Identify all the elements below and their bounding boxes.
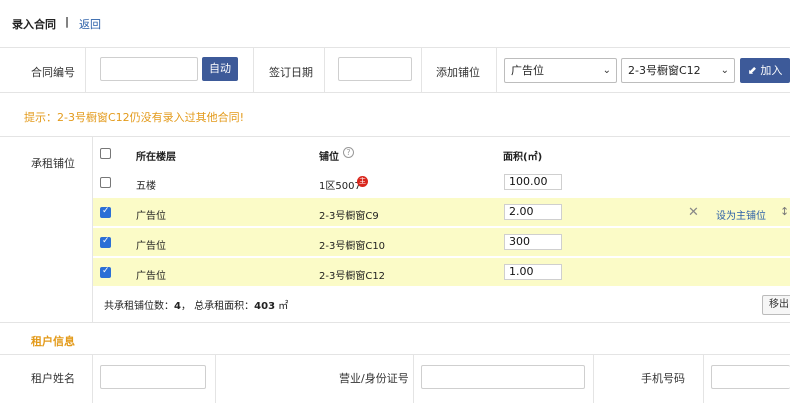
row-checkbox[interactable]: [100, 236, 111, 248]
add-unit-button-label: 加入: [760, 64, 783, 77]
summary-area: 403: [254, 301, 276, 312]
arrow-down-left-icon: ⬋: [747, 64, 757, 77]
divider: [0, 92, 790, 93]
col-floor: 所在楼层: [136, 152, 176, 163]
units-summary: 共承租铺位数：4， 总承租面积：403 ㎡: [104, 297, 288, 312]
divider: [215, 355, 216, 403]
divider: [413, 355, 414, 403]
row-area-input[interactable]: 100.00: [504, 174, 562, 190]
add-unit-button[interactable]: ⬋ 加入: [740, 58, 790, 83]
row-floor: 广告位: [136, 271, 166, 282]
chevron-down-icon: ⌄: [720, 65, 729, 76]
divider: [85, 48, 86, 92]
divider: [0, 47, 790, 48]
question-circle-icon[interactable]: ?: [343, 147, 354, 158]
tenant-section-title: 租户信息: [31, 335, 75, 348]
row-unit: 2-3号橱窗C12: [319, 271, 386, 282]
row-area-input[interactable]: 300: [504, 234, 562, 250]
row-area-input[interactable]: 2.00: [504, 204, 562, 220]
divider: [496, 48, 497, 92]
summary-count-label: 共承租铺位数：: [104, 301, 174, 312]
phone-label: 手机号码: [641, 372, 685, 385]
divider: [0, 136, 790, 137]
table-row-highlight: [93, 258, 790, 286]
auto-button[interactable]: 自动: [202, 57, 238, 81]
row-floor: 广告位: [136, 241, 166, 252]
sort-icon[interactable]: ↕: [780, 205, 789, 218]
row-unit: 1区5007: [319, 181, 361, 192]
add-unit-label: 添加铺位: [436, 66, 480, 79]
close-icon[interactable]: ✕: [688, 205, 699, 220]
divider: [324, 48, 325, 92]
hint-text: 提示：2-3号橱窗C12仍没有录入过其他合同!: [24, 111, 245, 124]
summary-separator: ，: [180, 301, 191, 312]
sign-date-label: 签订日期: [269, 66, 313, 79]
back-link[interactable]: 返回: [79, 16, 101, 32]
divider: [253, 48, 254, 92]
row-checkbox[interactable]: [100, 206, 111, 218]
select-all-checkbox[interactable]: [100, 148, 111, 159]
unit-select[interactable]: 2-3号橱窗C12 ⌄: [621, 58, 735, 83]
row-unit: 2-3号橱窗C10: [319, 241, 386, 252]
divider: [92, 355, 93, 403]
col-area: 面积(㎡): [503, 152, 543, 163]
phone-input[interactable]: [711, 365, 790, 389]
row-floor: 广告位: [136, 211, 166, 222]
contract-no-input[interactable]: [100, 57, 198, 81]
row-unit: 2-3号橱窗C9: [319, 211, 379, 222]
id-number-label: 营业/身份证号: [339, 372, 409, 385]
tenant-name-input[interactable]: [100, 365, 206, 389]
row-checkbox[interactable]: [100, 177, 111, 188]
contract-no-label: 合同编号: [31, 66, 75, 79]
unit-value: 2-3号橱窗C12: [628, 64, 701, 77]
divider: [0, 322, 790, 323]
unit-type-select[interactable]: 广告位 ⌄: [504, 58, 617, 83]
summary-area-unit: ㎡: [278, 301, 289, 312]
id-number-input[interactable]: [421, 365, 585, 389]
divider: [421, 48, 422, 92]
divider: [0, 354, 790, 355]
col-unit: 铺位: [319, 152, 339, 163]
units-section-label: 承租铺位: [31, 157, 75, 170]
divider: [703, 355, 704, 403]
row-area-input[interactable]: 1.00: [504, 264, 562, 280]
summary-area-label: 总承租面积：: [194, 301, 255, 312]
title-separator: |: [65, 15, 70, 28]
row-checkbox[interactable]: [100, 266, 111, 278]
tenant-name-label: 租户姓名: [31, 372, 75, 385]
set-main-unit-link[interactable]: 设为主铺位: [716, 207, 766, 222]
divider: [593, 355, 594, 403]
move-out-button[interactable]: 移出: [762, 295, 790, 315]
summary-count: 4: [174, 301, 181, 312]
sign-date-input[interactable]: [338, 57, 412, 81]
chevron-down-icon: ⌄: [602, 65, 611, 76]
row-floor: 五楼: [136, 181, 156, 192]
table-row-highlight: [93, 198, 790, 226]
page-title: 录入合同: [12, 18, 56, 31]
unit-type-value: 广告位: [511, 64, 544, 77]
table-row-highlight: [93, 228, 790, 256]
main-unit-badge: 主: [357, 176, 368, 187]
